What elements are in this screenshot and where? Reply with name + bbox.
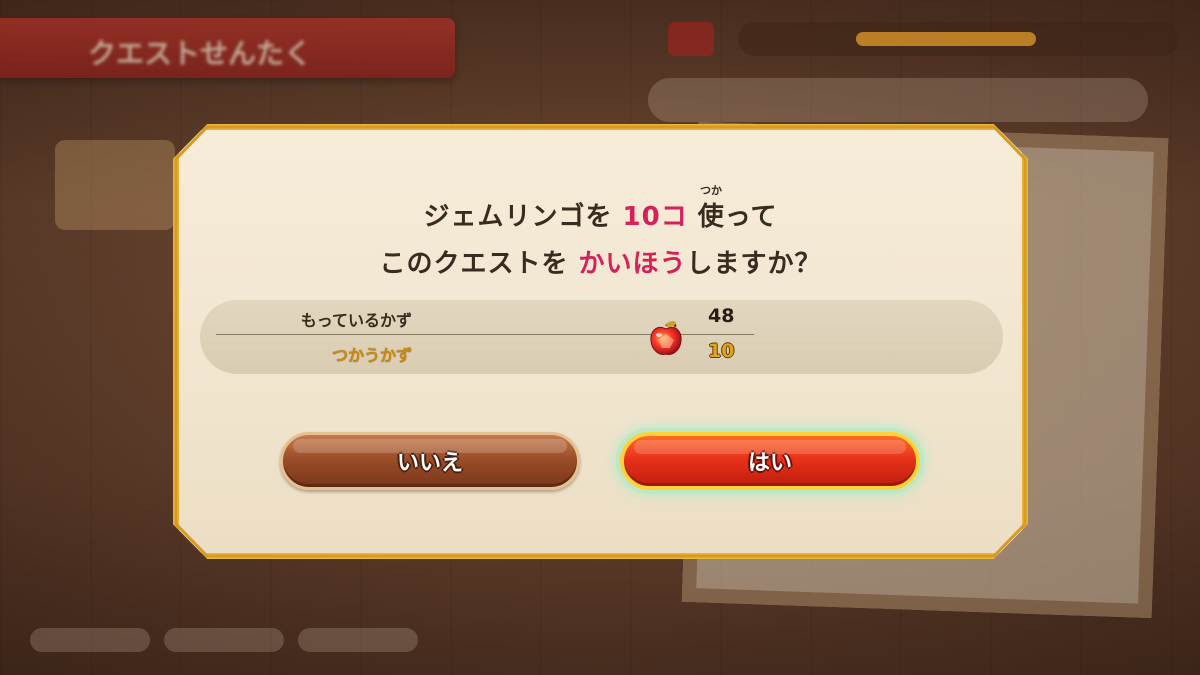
- bottom-hints: [30, 628, 550, 658]
- hint-details: [164, 628, 284, 652]
- yes-button-gloss: [634, 440, 906, 454]
- question-line-2-highlight: かいほう: [578, 249, 687, 279]
- question-line-1-highlight: 10コ: [622, 202, 688, 232]
- no-button[interactable]: いいえ: [280, 432, 580, 490]
- hint-back: [30, 628, 150, 652]
- title-banner: クエストせんたく: [0, 18, 455, 78]
- hint-extra: [298, 628, 418, 652]
- question-line-1-part2: 使って: [687, 202, 778, 232]
- use-count-label: つかうかず: [331, 346, 412, 365]
- question-line-2-part2: しますか？: [686, 249, 822, 279]
- yes-button[interactable]: はい: [620, 432, 920, 490]
- title-banner-text: クエストせんたく: [88, 38, 313, 69]
- gem-inventory-row: [648, 78, 1148, 122]
- owned-count-label: もっているかず: [300, 311, 412, 330]
- question-line-2-part1: このクエストを: [379, 249, 579, 279]
- question-line-2: このクエストを かいほうしますか？: [173, 243, 1028, 280]
- owned-count-value: 48: [708, 305, 735, 327]
- status-bar-fill: [856, 32, 1036, 46]
- gem-apple-icon: [648, 318, 684, 358]
- use-count-value: 10: [708, 340, 735, 362]
- question-line-1-part1: ジェムリンゴを: [423, 202, 623, 232]
- top-status-bar: [738, 22, 1178, 56]
- left-panel: [55, 140, 175, 230]
- question-line-1: ジェムリンゴを 10コ 使って: [173, 196, 1028, 233]
- top-badge: [668, 22, 714, 56]
- no-button-gloss: [293, 439, 567, 453]
